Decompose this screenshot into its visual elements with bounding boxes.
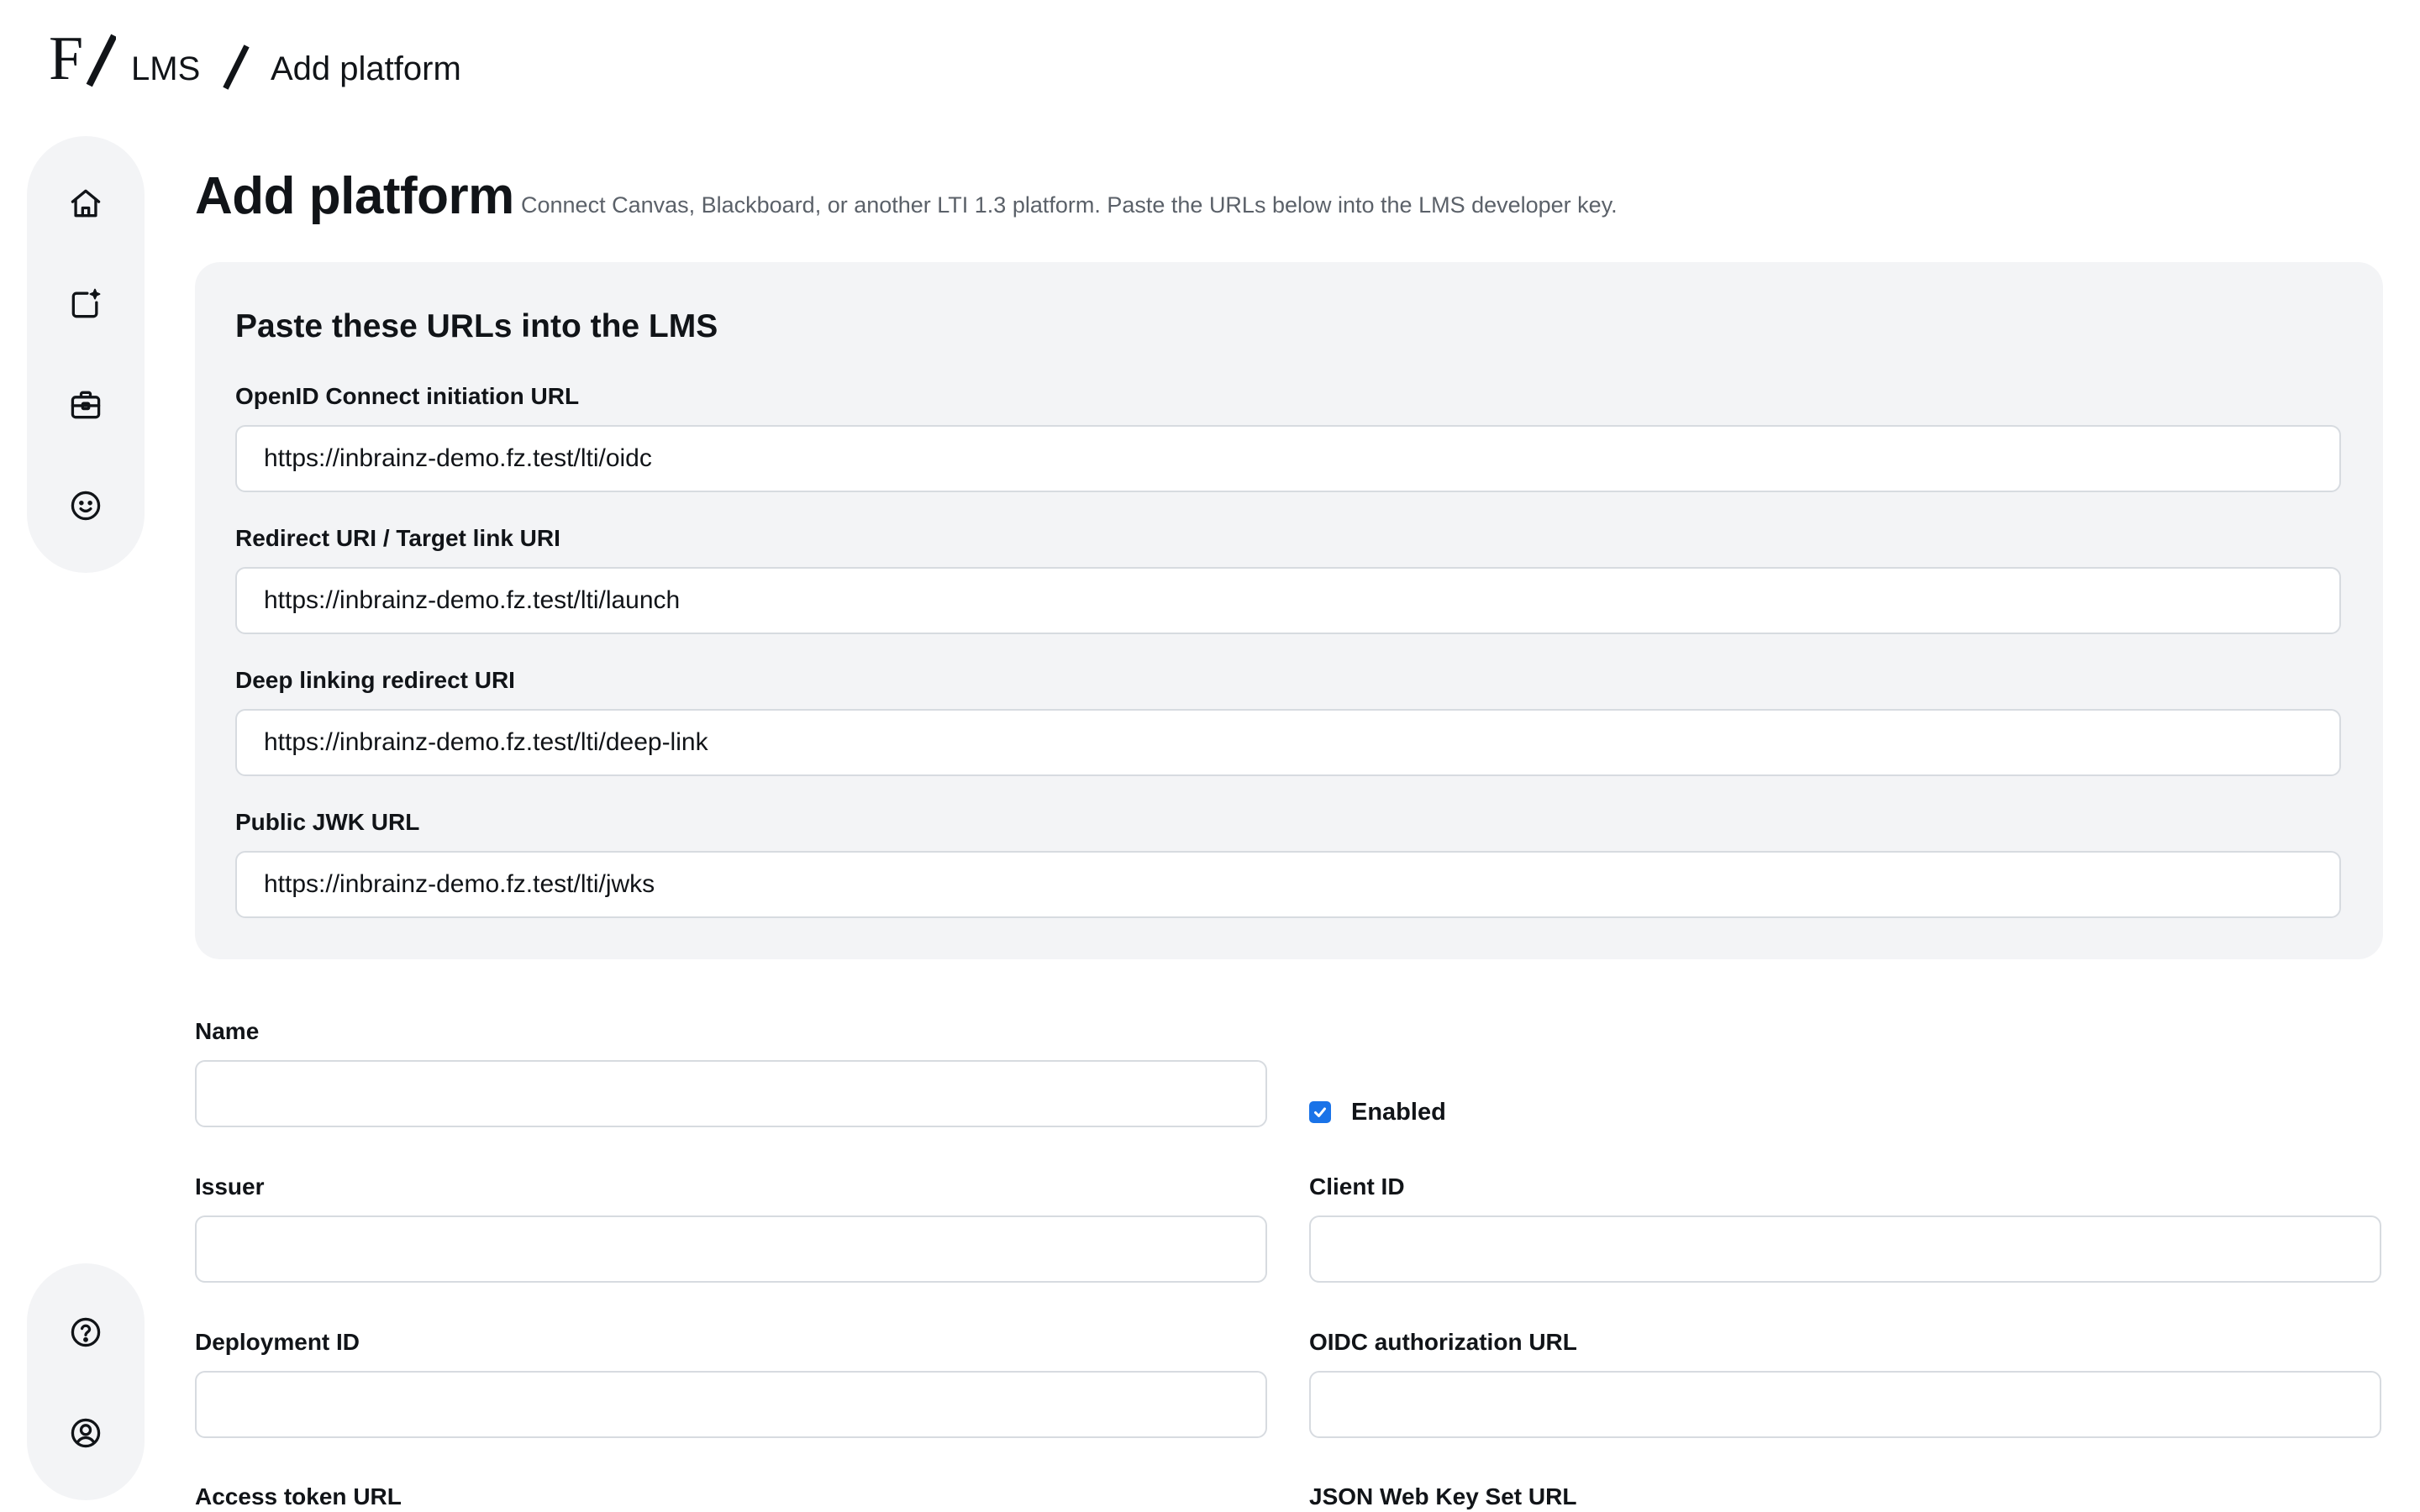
deployment-id-field[interactable] xyxy=(195,1371,1267,1438)
breadcrumb-root[interactable]: LMS xyxy=(131,47,200,91)
panel-heading: Paste these URLs into the LMS xyxy=(235,308,718,344)
name-label: Name xyxy=(195,1018,260,1044)
home-icon xyxy=(71,189,101,218)
sidebar-item-home[interactable] xyxy=(52,170,119,237)
breadcrumb-current: Add platform xyxy=(271,50,461,87)
name-field[interactable] xyxy=(195,1060,1267,1127)
account-icon xyxy=(71,1418,101,1448)
sidebar-rail xyxy=(27,136,145,573)
public-jwk-url-field[interactable] xyxy=(235,851,2341,918)
lms-urls-panel: Paste these URLs into the LMS OpenID Con… xyxy=(195,262,2383,959)
issuer-label: Issuer xyxy=(195,1173,265,1200)
fz-logo-icon[interactable]: F xyxy=(49,24,118,93)
oidc-authorization-url-label: OIDC authorization URL xyxy=(1309,1329,1577,1355)
public-jwk-url-label: Public JWK URL xyxy=(235,809,420,835)
client-id-field[interactable] xyxy=(1309,1215,2381,1283)
enabled-label: Enabled xyxy=(1351,1099,1446,1126)
sidebar-item-tools[interactable] xyxy=(52,371,119,438)
oidc-initiation-url-label: OpenID Connect initiation URL xyxy=(235,383,580,409)
deployment-id-label: Deployment ID xyxy=(195,1329,360,1355)
sidebar-item-feedback[interactable] xyxy=(52,472,119,539)
oidc-initiation-url-field[interactable] xyxy=(235,425,2341,492)
redirect-uri-label: Redirect URI / Target link URI xyxy=(235,525,560,551)
new-content-icon xyxy=(71,288,101,318)
svg-text:F: F xyxy=(49,27,83,87)
enabled-checkbox[interactable]: Enabled xyxy=(1309,1097,1446,1127)
sidebar-item-create[interactable] xyxy=(52,270,119,338)
briefcase-icon xyxy=(71,391,101,419)
access-token-url-label: Access token URL xyxy=(195,1483,402,1509)
page-subtitle: Connect Canvas, Blackboard, or another L… xyxy=(521,192,1618,218)
client-id-label: Client ID xyxy=(1309,1173,1405,1200)
sidebar-item-help[interactable] xyxy=(52,1299,119,1366)
smiley-icon xyxy=(71,491,101,521)
top-bar: F LMS Add platform xyxy=(0,0,2420,134)
issuer-field[interactable] xyxy=(195,1215,1267,1283)
sidebar-rail-bottom xyxy=(27,1263,145,1500)
jwks-url-label: JSON Web Key Set URL xyxy=(1309,1483,1577,1509)
sidebar-item-account[interactable] xyxy=(52,1399,119,1467)
slash-icon xyxy=(218,44,252,91)
checkbox-checked-icon[interactable] xyxy=(1309,1101,1331,1123)
deep-linking-uri-field[interactable] xyxy=(235,709,2341,776)
help-icon xyxy=(71,1317,101,1347)
page-title: Add platform xyxy=(195,167,514,225)
oidc-authorization-url-field[interactable] xyxy=(1309,1371,2381,1438)
deep-linking-uri-label: Deep linking redirect URI xyxy=(235,667,515,693)
redirect-uri-field[interactable] xyxy=(235,567,2341,634)
